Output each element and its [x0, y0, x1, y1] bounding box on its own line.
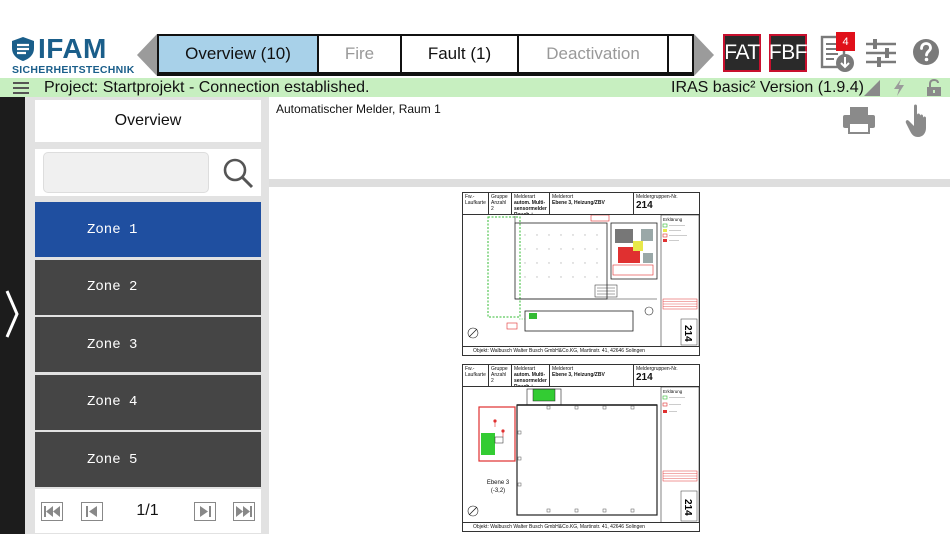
legend-title: Erklärung	[663, 389, 683, 394]
tab-bar: Overview (10) Fire Fault (1) Deactivatio…	[137, 34, 714, 76]
help-icon[interactable]	[912, 38, 940, 66]
card-header-type: Fw.-Laufkarte	[463, 365, 489, 386]
floor-level-label: Ebene 3 (-3,2)	[483, 479, 513, 495]
page-indicator: 1/1	[136, 502, 159, 519]
fbf-button[interactable]: FBF	[769, 34, 808, 72]
pager: 1/1	[35, 489, 261, 533]
tab-deactivation[interactable]: Deactivation	[519, 36, 669, 72]
card-count-value: 2	[491, 206, 494, 212]
tabs: Overview (10) Fire Fault (1) Deactivatio…	[157, 34, 694, 76]
signal-strength-icon	[864, 80, 880, 96]
sidebar: Overview Zone 1 Zone 2 Zone 3 Zone 4 Zon…	[25, 97, 269, 534]
first-page-icon[interactable]	[41, 502, 63, 521]
card-header-location: Melderort Ebene 3, Heizung/ZBV	[550, 193, 634, 214]
hand-pointer-icon[interactable]	[905, 103, 935, 139]
previous-page-icon[interactable]	[81, 502, 103, 521]
search-box	[35, 149, 261, 196]
detail-header: Automatischer Melder, Raum 1	[269, 97, 950, 179]
tab-fire[interactable]: Fire	[319, 36, 402, 72]
card-header-detector-type: Melderartautom. Multi-sensormelder Rauch…	[512, 193, 550, 214]
tab-scroll-right-icon[interactable]	[694, 34, 714, 76]
document-count-badge: 4	[836, 32, 855, 51]
floorplan-drawing-1: Erklärung	[467, 215, 699, 347]
project-status-text: Project: Startprojekt - Connection estab…	[44, 79, 370, 96]
card-header: Fw.-Laufkarte Gruppe Anzahl 2 Melderart aut…	[463, 193, 699, 215]
zone-item-2[interactable]: Zone 2	[35, 259, 261, 315]
logo-subtext: SICHERHEITSTECHNIK	[12, 64, 135, 76]
ifam-logo: IFAM SICHERHEITSTECHNIK	[10, 34, 134, 78]
status-bar: Project: Startprojekt - Connection estab…	[0, 78, 950, 97]
floor-level-elevation: (-3,2)	[490, 488, 506, 494]
version-text: IRAS basic² Version (1.9.4)	[671, 79, 864, 96]
drawer-toggle-strip[interactable]	[0, 97, 25, 534]
app-root: IFAM SICHERHEITSTECHNIK Overview (10) Fi…	[0, 0, 950, 534]
card-location-value: Ebene 3, Heizung/ZBV	[552, 200, 605, 206]
zone-item-4[interactable]: Zone 4	[35, 374, 261, 430]
shield-logo-icon	[12, 37, 34, 61]
chevron-right-icon[interactable]	[4, 289, 20, 339]
card-header-group-number: Meldergruppen-Nr. 214	[634, 365, 699, 386]
header: IFAM SICHERHEITSTECHNIK Overview (10) Fi…	[0, 0, 950, 80]
card-group-number: 214	[636, 200, 653, 211]
search-input[interactable]	[43, 152, 209, 193]
card-location-value: Ebene 3, Heizung/ZBV	[552, 372, 605, 378]
lightning-bolt-icon	[894, 79, 904, 96]
card-header-type: Fw.-Laufkarte	[463, 193, 489, 214]
zone-item-3[interactable]: Zone 3	[35, 317, 261, 372]
legend-title: Erklärung	[663, 217, 683, 222]
printer-icon[interactable]	[842, 106, 876, 134]
tab-fault[interactable]: Fault (1)	[402, 36, 519, 72]
header-divider	[269, 179, 950, 187]
unlocked-lock-icon[interactable]	[926, 79, 942, 96]
tab-overview[interactable]: Overview (10)	[159, 36, 319, 72]
card-header-detector-type: Melderartautom. Multi-sensormelder Rauch…	[512, 365, 550, 386]
settings-sliders-icon[interactable]	[864, 36, 898, 70]
card-footer: Objekt: Walbusch Walter Busch GmbH&Co.KG…	[463, 346, 699, 355]
floorplan-viewer[interactable]: Fw.-Laufkarte Gruppe Anzahl 2 Melderart aut…	[269, 187, 950, 534]
floorplan-card-2[interactable]: Fw.-Laufkarte Gruppe Anzahl 2 Melderart aut…	[462, 364, 700, 532]
detector-title: Automatischer Melder, Raum 1	[276, 102, 441, 116]
card-header-group-number: Meldergruppen-Nr. 214	[634, 193, 699, 214]
tab-scroll-left-icon[interactable]	[137, 34, 157, 76]
card-footer: Objekt: Walbusch Walter Busch GmbH&Co.KG…	[463, 522, 699, 531]
logo-text: IFAM	[38, 33, 107, 64]
zone-list: Zone 1 Zone 2 Zone 3 Zone 4 Zone 5	[35, 202, 261, 487]
card-count-value: 2	[491, 378, 494, 384]
card-header-group: Gruppe Anzahl 2	[489, 365, 512, 386]
floor-level-name: Ebene 3	[486, 480, 510, 486]
last-page-icon[interactable]	[233, 502, 255, 521]
hamburger-menu-icon[interactable]	[13, 82, 29, 94]
search-icon[interactable]	[222, 157, 254, 189]
card-detector-type-value: autom. Multi-sensormelder Rauch + Wärme	[514, 372, 547, 386]
card-header: Fw.-Laufkarte Gruppe Anzahl 2 Melderart aut…	[463, 365, 699, 387]
floorplan-card-1[interactable]: Fw.-Laufkarte Gruppe Anzahl 2 Melderart aut…	[462, 192, 700, 356]
tab-empty	[669, 36, 692, 72]
zone-item-5[interactable]: Zone 5	[35, 432, 261, 487]
zone-item-1[interactable]: Zone 1	[35, 202, 261, 257]
sidebar-title: Overview	[35, 100, 261, 142]
side-group-number: 214	[682, 325, 693, 342]
card-detector-type-value: autom. Multi-sensormelder Rauch + Wärme	[514, 200, 547, 214]
side-group-number: 214	[682, 499, 693, 516]
next-page-icon[interactable]	[194, 502, 216, 521]
fat-button[interactable]: FAT	[723, 34, 761, 72]
floorplan-drawing-2: Erklärung	[467, 387, 699, 523]
card-header-group: Gruppe Anzahl 2	[489, 193, 512, 214]
card-header-location: Melderort Ebene 3, Heizung/ZBV	[550, 365, 634, 386]
card-group-number: 214	[636, 372, 653, 383]
